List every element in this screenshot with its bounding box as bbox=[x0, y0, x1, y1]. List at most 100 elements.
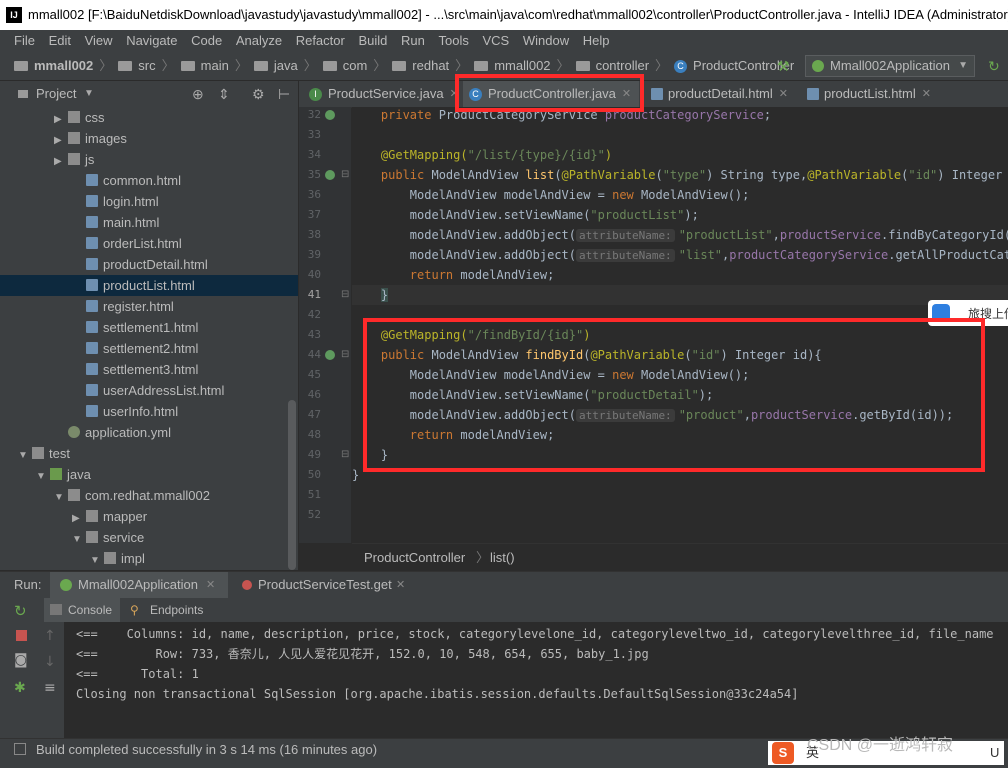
tree-item[interactable]: ▶ js bbox=[0, 149, 298, 170]
line-number: 46 bbox=[307, 388, 321, 401]
folder-icon bbox=[322, 61, 337, 71]
code-line-50: } bbox=[352, 465, 359, 485]
fold-icon[interactable]: ⊟ bbox=[341, 169, 349, 180]
tree-item[interactable]: register.html bbox=[0, 296, 298, 317]
menu-build[interactable]: Build bbox=[348, 30, 387, 52]
tree-item[interactable]: ▼ impl bbox=[0, 548, 298, 569]
code-text: modelAndView.addObject( bbox=[409, 248, 576, 262]
build-hammer-icon[interactable]: ⚒ bbox=[777, 52, 790, 80]
menu-tools[interactable]: Tools bbox=[429, 30, 469, 52]
gear-icon[interactable]: ⚙ bbox=[252, 81, 265, 107]
tree-item[interactable]: common.html bbox=[0, 170, 298, 191]
chevron-right-icon[interactable]: ▶ bbox=[72, 508, 82, 529]
breadcrumb-item[interactable]: java bbox=[274, 52, 298, 80]
tree-item[interactable]: userAddressList.html bbox=[0, 380, 298, 401]
code-text: modelAndView; bbox=[460, 268, 555, 282]
down-arrow-icon[interactable]: ↓ bbox=[44, 654, 56, 670]
soft-wrap-icon[interactable]: ≡ bbox=[44, 680, 56, 696]
breadcrumb-item[interactable]: main bbox=[201, 52, 229, 80]
close-icon[interactable]: ✕ bbox=[396, 572, 405, 598]
menu-run[interactable]: Run bbox=[391, 30, 425, 52]
tree-item[interactable]: ▼ java bbox=[0, 464, 298, 485]
chevron-down-icon[interactable]: ▼ bbox=[84, 81, 94, 107]
chevron-right-icon[interactable]: ▶ bbox=[54, 151, 64, 172]
tree-item[interactable]: ▶ images bbox=[0, 128, 298, 149]
menu-edit[interactable]: Edit bbox=[39, 30, 71, 52]
chevron-down-icon[interactable]: ▼ bbox=[72, 529, 82, 550]
chevron-right-icon[interactable]: ▶ bbox=[54, 109, 64, 130]
menu-window[interactable]: Window bbox=[513, 30, 569, 52]
menu-code[interactable]: Code bbox=[181, 30, 222, 52]
menu-navigate[interactable]: Navigate bbox=[116, 30, 177, 52]
tool-window-toggle-icon[interactable] bbox=[14, 743, 26, 755]
tree-item[interactable]: productDetail.html bbox=[0, 254, 298, 275]
project-panel-title[interactable]: Project bbox=[36, 81, 76, 107]
console-output[interactable]: <== Columns: id, name, description, pric… bbox=[64, 622, 1008, 738]
collapse-icon[interactable]: ⇕ bbox=[218, 81, 230, 107]
fold-icon[interactable]: ⊟ bbox=[341, 289, 349, 300]
fold-icon[interactable]: ⊟ bbox=[341, 349, 349, 360]
run-tab-test[interactable]: ProductServiceTest.get ✕ bbox=[238, 572, 418, 598]
tree-item[interactable]: settlement2.html bbox=[0, 338, 298, 359]
close-icon[interactable]: ✕ bbox=[206, 572, 215, 598]
subtab-console[interactable]: Console bbox=[44, 598, 120, 622]
menu-vcs[interactable]: VCS bbox=[472, 30, 509, 52]
code-keyword: new bbox=[612, 188, 641, 202]
run-configuration-select[interactable]: Mmall002Application ▼ bbox=[805, 55, 975, 77]
stop-icon[interactable] bbox=[16, 630, 27, 641]
chevron-down-icon[interactable]: ▼ bbox=[90, 550, 100, 570]
tree-item[interactable]: settlement1.html bbox=[0, 317, 298, 338]
breadcrumb-item[interactable]: mmall002 bbox=[34, 52, 93, 80]
chevron-down-icon[interactable]: ▼ bbox=[18, 445, 28, 466]
tree-item-label: java bbox=[67, 467, 91, 482]
run-tab-application[interactable]: Mmall002Application ✕ bbox=[50, 572, 228, 598]
project-tree-scrollbar[interactable] bbox=[288, 400, 296, 570]
menu-analyze[interactable]: Analyze bbox=[226, 30, 282, 52]
code-line-36: ModelAndView modelAndView = new ModelAnd… bbox=[352, 185, 750, 205]
up-arrow-icon[interactable]: ↑ bbox=[44, 628, 56, 644]
close-icon[interactable]: ✕ bbox=[922, 81, 931, 107]
tree-item[interactable]: productList.html bbox=[0, 275, 298, 296]
chevron-right-icon[interactable]: ▶ bbox=[54, 130, 64, 151]
tree-item[interactable]: userInfo.html bbox=[0, 401, 298, 422]
menu-refactor[interactable]: Refactor bbox=[286, 30, 345, 52]
run-panel-label: Run: bbox=[14, 577, 42, 592]
tree-item-label: images bbox=[85, 131, 127, 146]
bean-gutter-icon[interactable] bbox=[325, 110, 335, 120]
rerun-icon[interactable]: ↻ bbox=[988, 52, 1000, 80]
editor-breadcrumb-method[interactable]: list() bbox=[490, 544, 515, 572]
locate-icon[interactable]: ⊕ bbox=[192, 81, 204, 107]
tree-item[interactable]: ▼ test bbox=[0, 443, 298, 464]
tab-product-list[interactable]: productList.html ✕ bbox=[807, 81, 931, 107]
breadcrumb-item[interactable]: redhat bbox=[412, 52, 449, 80]
rerun-icon[interactable]: ↻ bbox=[14, 602, 27, 620]
breadcrumb-item[interactable]: src bbox=[138, 52, 155, 80]
tree-item[interactable]: application.yml bbox=[0, 422, 298, 443]
endpoint-gutter-icon[interactable] bbox=[325, 350, 335, 360]
tab-product-detail[interactable]: productDetail.html ✕ bbox=[651, 81, 788, 107]
tree-item[interactable]: ▶ css bbox=[0, 107, 298, 128]
tab-product-service[interactable]: I ProductService.java ✕ bbox=[309, 81, 459, 107]
tree-item[interactable]: login.html bbox=[0, 191, 298, 212]
tree-item[interactable]: ▶ mapper bbox=[0, 506, 298, 527]
chevron-down-icon[interactable]: ▼ bbox=[54, 487, 64, 508]
editor-breadcrumb-class[interactable]: ProductController bbox=[364, 544, 465, 572]
hide-panel-icon[interactable]: ⊢ bbox=[278, 81, 290, 107]
subtab-endpoints[interactable]: ⚲ Endpoints bbox=[128, 598, 218, 622]
tree-item[interactable]: settlement3.html bbox=[0, 359, 298, 380]
camera-icon[interactable]: ◙ bbox=[14, 652, 28, 668]
sogou-ime-icon[interactable]: S bbox=[772, 742, 794, 764]
menu-view[interactable]: View bbox=[75, 30, 113, 52]
menu-file[interactable]: File bbox=[0, 30, 35, 52]
tree-item[interactable]: ▼ service bbox=[0, 527, 298, 548]
chevron-down-icon[interactable]: ▼ bbox=[36, 466, 46, 487]
tree-item[interactable]: main.html bbox=[0, 212, 298, 233]
menu-help[interactable]: Help bbox=[573, 30, 610, 52]
close-icon[interactable]: ✕ bbox=[779, 81, 788, 107]
breadcrumb-item[interactable]: com bbox=[343, 52, 368, 80]
fold-icon[interactable]: ⊟ bbox=[341, 449, 349, 460]
tree-item[interactable]: ▼ com.redhat.mmall002 bbox=[0, 485, 298, 506]
tree-item[interactable]: orderList.html bbox=[0, 233, 298, 254]
debug-icon[interactable]: ✱ bbox=[14, 680, 26, 696]
endpoint-gutter-icon[interactable] bbox=[325, 170, 335, 180]
